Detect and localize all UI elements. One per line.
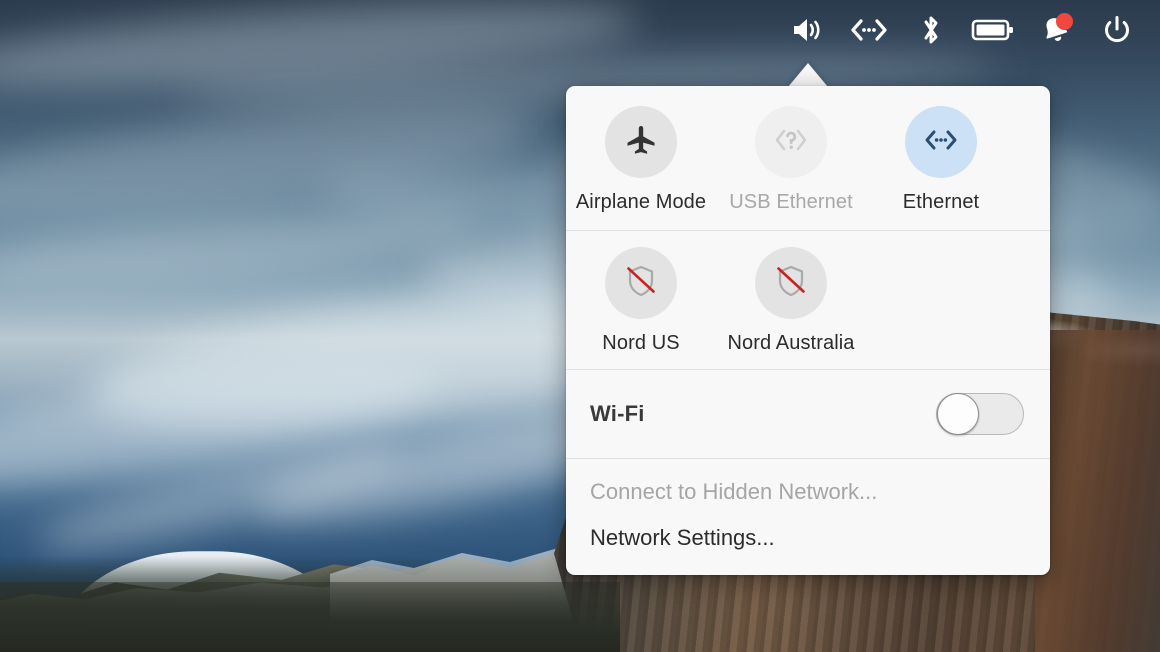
quick-toggle-label: Airplane Mode: [575, 191, 707, 213]
volume-tray-button[interactable]: [776, 2, 838, 58]
popup-arrow: [788, 63, 828, 87]
notification-badge-dot: [1056, 13, 1073, 30]
network-menu-list: Connect to Hidden Network... Network Set…: [566, 459, 1050, 575]
unknown-network-icon-circle: [755, 106, 827, 178]
battery-icon: [971, 17, 1015, 43]
wifi-toggle-switch[interactable]: [936, 393, 1024, 435]
unknown-network-icon: [771, 123, 811, 162]
bluetooth-tray-button[interactable]: [900, 2, 962, 58]
power-tray-button[interactable]: [1086, 2, 1148, 58]
quick-toggle-row-connections: Airplane Mode USB Ethernet Ethernet: [566, 86, 1050, 230]
vpn-disconnected-icon: [622, 262, 660, 305]
vpn-disconnected-icon: [772, 262, 810, 305]
quick-toggle-ethernet[interactable]: Ethernet: [866, 106, 1016, 214]
quick-toggle-row-vpn: Nord US Nord Australia: [566, 231, 1050, 369]
quick-toggle-nord-australia[interactable]: Nord Australia: [716, 247, 866, 355]
notifications-tray-button[interactable]: [1024, 2, 1086, 58]
foreground-shadow: [0, 582, 620, 652]
network-popup-panel: Airplane Mode USB Ethernet Ethernet Nord…: [566, 86, 1050, 575]
quick-toggle-label: USB Ethernet: [729, 191, 853, 213]
right-cliff-face: [1035, 330, 1160, 652]
vpn-disconnected-icon-circle: [755, 247, 827, 319]
battery-tray-button[interactable]: [962, 2, 1024, 58]
airplane-icon: [624, 123, 658, 162]
volume-icon: [790, 15, 824, 45]
ethernet-icon-circle: [905, 106, 977, 178]
quick-toggle-label: Nord US: [602, 332, 680, 354]
desktop-screen: Airplane Mode USB Ethernet Ethernet Nord…: [0, 0, 1160, 652]
system-tray: [0, 0, 1160, 60]
airplane-icon-circle: [605, 106, 677, 178]
wifi-toggle-knob: [937, 393, 979, 435]
network-icon: [849, 15, 889, 45]
wifi-toggle-row[interactable]: Wi-Fi: [566, 370, 1050, 458]
power-icon: [1101, 14, 1133, 46]
wifi-label: Wi-Fi: [590, 401, 645, 426]
menu-item-network-settings[interactable]: Network Settings...: [566, 515, 1050, 561]
bluetooth-icon: [918, 13, 944, 47]
vpn-disconnected-icon-circle: [605, 247, 677, 319]
ethernet-icon: [921, 125, 961, 160]
menu-item-connect-hidden-network: Connect to Hidden Network...: [590, 479, 878, 504]
quick-toggle-airplane-mode[interactable]: Airplane Mode: [566, 106, 716, 214]
network-tray-button[interactable]: [838, 2, 900, 58]
quick-toggle-label: Ethernet: [902, 191, 980, 213]
quick-toggle-usb-ethernet: USB Ethernet: [716, 106, 866, 214]
quick-toggle-label: Nord Australia: [727, 332, 855, 354]
quick-toggle-nord-us[interactable]: Nord US: [566, 247, 716, 355]
